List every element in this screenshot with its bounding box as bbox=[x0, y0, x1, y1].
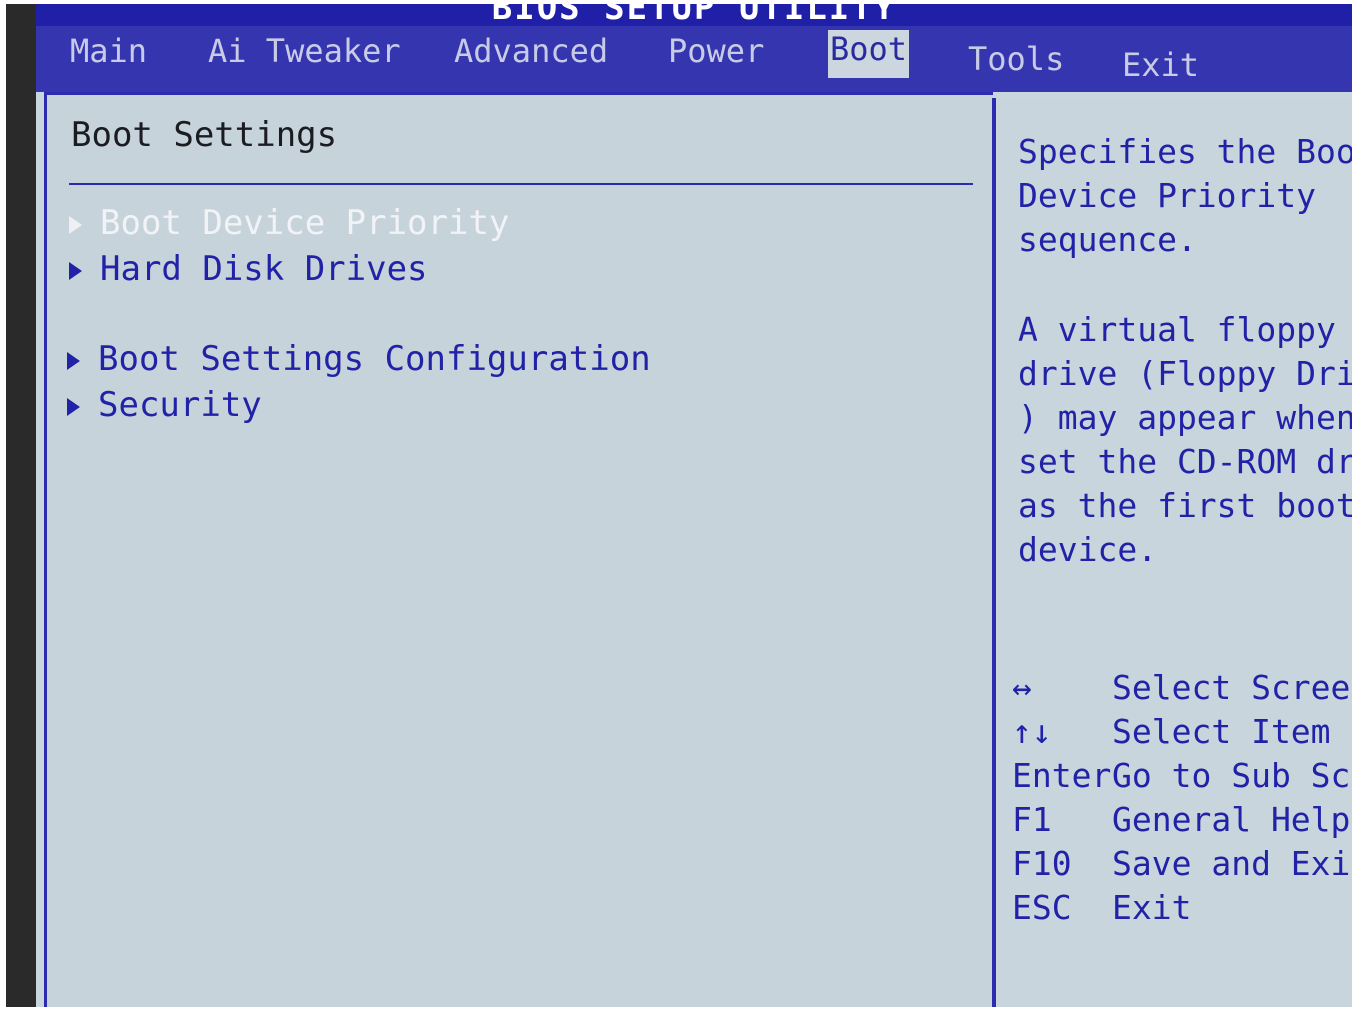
key-name: ESC bbox=[1012, 888, 1072, 927]
key-action: Select Item bbox=[1112, 712, 1331, 751]
submenu-arrow-icon bbox=[69, 215, 82, 234]
menu-bar: Main Ai Tweaker Advanced Power Boot Tool… bbox=[36, 26, 1352, 92]
boot-settings-panel: Boot Settings Boot Device Priority Hard … bbox=[44, 92, 993, 1007]
key-hint-row: F10 Save and Exit bbox=[1012, 844, 1352, 883]
tab-power[interactable]: Power bbox=[668, 32, 764, 70]
key-hint-row: F1 General Help bbox=[1012, 800, 1350, 839]
app-title: BIOS SETUP UTILITY bbox=[491, 4, 897, 26]
key-name: Enter bbox=[1012, 756, 1112, 795]
key-hint-row: ↑↓ Select Item bbox=[1012, 712, 1331, 751]
tab-tools[interactable]: Tools bbox=[968, 40, 1064, 78]
key-action: General Help bbox=[1112, 800, 1351, 839]
up-down-arrows-icon: ↑↓ bbox=[1012, 712, 1052, 751]
title-bar: BIOS SETUP UTILITY bbox=[36, 4, 1352, 26]
boot-device-priority-item[interactable]: Boot Device Priority bbox=[69, 203, 509, 243]
section-title: Boot Settings bbox=[71, 115, 338, 155]
help-description: Specifies the Boot Device Priority seque… bbox=[1018, 132, 1352, 259]
section-divider bbox=[69, 183, 973, 185]
submenu-arrow-icon bbox=[69, 261, 82, 280]
security-item[interactable]: Security bbox=[67, 385, 262, 425]
key-hint-row: ↔ Select Screen bbox=[1012, 668, 1352, 707]
tab-exit[interactable]: Exit bbox=[1122, 46, 1199, 84]
left-right-arrows-icon: ↔ bbox=[1012, 668, 1032, 707]
menu-entry-label: Boot Settings Configuration bbox=[98, 339, 651, 379]
tab-main[interactable]: Main bbox=[70, 32, 147, 70]
help-panel: Specifies the Boot Device Priority seque… bbox=[992, 98, 1352, 1007]
help-note: A virtual floppy dis drive (Floppy Drive… bbox=[1018, 310, 1352, 569]
menu-entry-label: Hard Disk Drives bbox=[100, 249, 428, 289]
key-action: Go to Sub Scree bbox=[1112, 756, 1352, 795]
key-action: Save and Exit bbox=[1112, 844, 1352, 883]
boot-settings-configuration-item[interactable]: Boot Settings Configuration bbox=[67, 339, 651, 379]
menu-entry-label: Security bbox=[98, 385, 262, 425]
key-action: Select Screen bbox=[1112, 668, 1352, 707]
tab-advanced[interactable]: Advanced bbox=[454, 32, 608, 70]
key-action: Exit bbox=[1112, 888, 1192, 927]
bios-screen: BIOS SETUP UTILITY Main Ai Tweaker Advan… bbox=[36, 4, 1352, 1007]
key-name: F1 bbox=[1012, 800, 1052, 839]
monitor-bezel: BIOS SETUP UTILITY Main Ai Tweaker Advan… bbox=[6, 4, 1352, 1007]
submenu-arrow-icon bbox=[67, 351, 80, 370]
submenu-arrow-icon bbox=[67, 397, 80, 416]
hard-disk-drives-item[interactable]: Hard Disk Drives bbox=[69, 249, 428, 289]
tab-boot[interactable]: Boot bbox=[828, 30, 910, 78]
key-hint-row: EnterGo to Sub Scree bbox=[1012, 756, 1352, 795]
key-name: F10 bbox=[1012, 844, 1072, 883]
key-hint-row: ESC Exit bbox=[1012, 888, 1191, 927]
tab-ai-tweaker[interactable]: Ai Tweaker bbox=[208, 32, 401, 70]
menu-entry-label: Boot Device Priority bbox=[100, 203, 510, 243]
